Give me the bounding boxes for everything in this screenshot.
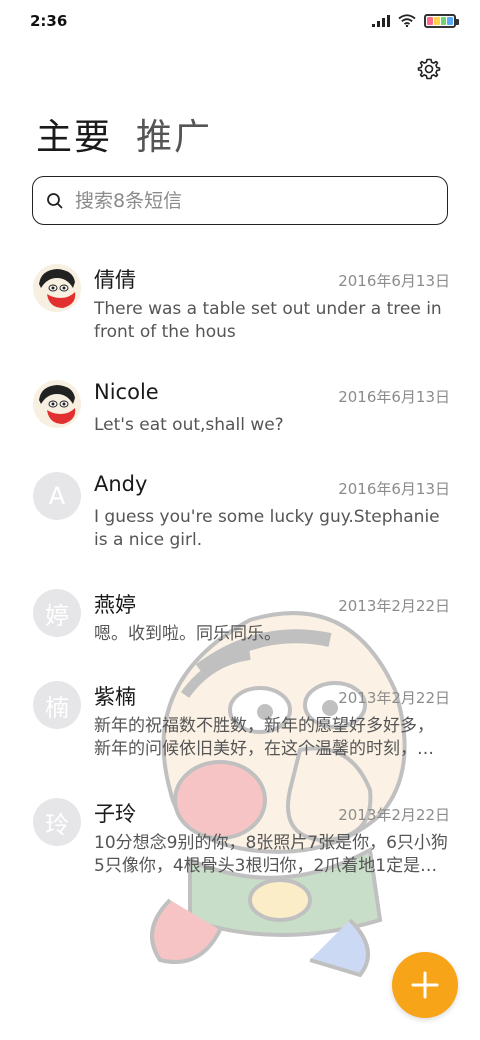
- status-time: 2:36: [30, 12, 68, 30]
- contact-photo: [33, 380, 81, 428]
- settings-button[interactable]: [416, 56, 442, 82]
- contact-name: Nicole: [94, 380, 159, 404]
- status-bar: 2:36: [0, 0, 480, 42]
- title-tabs: 主要 推广: [36, 108, 212, 160]
- avatar: 婷: [33, 589, 81, 637]
- message-date: 2016年6月13日: [338, 388, 450, 406]
- wifi-icon: [398, 12, 416, 31]
- search-input[interactable]: [75, 189, 415, 212]
- message-item[interactable]: 倩倩 2016年6月13日 There was a table set out …: [0, 264, 480, 364]
- message-preview: 嗯。收到啦。同乐同乐。: [94, 624, 281, 644]
- avatar: A: [33, 472, 81, 520]
- plus-icon: [411, 971, 439, 999]
- tab-promotions[interactable]: 推广: [136, 108, 212, 160]
- message-preview: I guess you're some lucky guy.Stephanie …: [94, 507, 440, 550]
- battery-icon: [424, 14, 459, 28]
- search-box[interactable]: [32, 176, 448, 225]
- message-item[interactable]: 玲 子玲 2013年2月22日 10分想念9别的你，8张照片7张是你，6只小狗5…: [0, 798, 480, 898]
- contact-name: 倩倩: [94, 268, 136, 292]
- message-preview: 新年的祝福数不胜数，新年的愿望好多好多，新年的问候依旧美好，在这个温馨的时刻，…: [94, 716, 434, 759]
- search-icon: [47, 192, 63, 208]
- tab-primary[interactable]: 主要: [36, 108, 112, 160]
- contact-name: 子玲: [94, 802, 136, 826]
- message-item[interactable]: 楠 紫楠 2013年2月22日 新年的祝福数不胜数，新年的愿望好多好多，新年的问…: [0, 681, 480, 781]
- signal-icon: [372, 12, 390, 31]
- avatar: [33, 380, 81, 428]
- message-date: 2013年2月22日: [338, 689, 450, 707]
- avatar: 楠: [33, 681, 81, 729]
- message-date: 2013年2月22日: [338, 806, 450, 824]
- gear-icon: [417, 58, 441, 80]
- message-item[interactable]: Nicole 2016年6月13日 Let's eat out,shall we…: [0, 380, 480, 450]
- message-date: 2016年6月13日: [338, 480, 450, 498]
- new-message-button[interactable]: [392, 952, 458, 1018]
- contact-name: 燕婷: [94, 593, 136, 617]
- status-icons: [372, 12, 459, 31]
- contact-photo: [33, 264, 81, 312]
- message-item[interactable]: 婷 燕婷 2013年2月22日 嗯。收到啦。同乐同乐。: [0, 589, 480, 659]
- message-preview: There was a table set out under a tree i…: [94, 299, 442, 342]
- message-preview: Let's eat out,shall we?: [94, 415, 284, 435]
- message-item[interactable]: A Andy 2016年6月13日 I guess you're some lu…: [0, 472, 480, 572]
- message-date: 2016年6月13日: [338, 272, 450, 290]
- contact-name: 紫楠: [94, 685, 136, 709]
- message-date: 2013年2月22日: [338, 597, 450, 615]
- avatar: 玲: [33, 798, 81, 846]
- avatar: [33, 264, 81, 312]
- message-preview: 10分想念9别的你，8张照片7张是你，6只小狗5只像你，4根骨头3根归你，2爪着…: [94, 833, 448, 876]
- contact-name: Andy: [94, 472, 148, 496]
